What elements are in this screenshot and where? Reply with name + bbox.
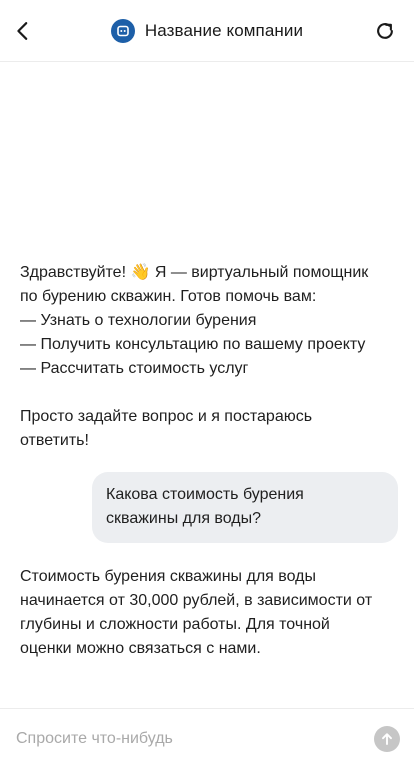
bot-message: Здравствуйте! 👋 Я — виртуальный помощник…	[20, 264, 369, 449]
refresh-icon	[377, 23, 393, 39]
back-button[interactable]	[8, 16, 38, 46]
send-button[interactable]	[374, 726, 400, 752]
refresh-button[interactable]	[370, 16, 400, 46]
message-composer	[0, 708, 414, 770]
chat-app: Название компании Здравствуйте! 👋 Я — ви…	[0, 0, 414, 770]
message-input[interactable]	[0, 709, 360, 769]
message-list: Здравствуйте! 👋 Я — виртуальный помощник…	[0, 62, 414, 708]
header-title-group: Название компании	[0, 0, 414, 62]
arrow-up-icon	[382, 733, 392, 745]
user-message: Какова стоимость бурения скважины для во…	[92, 472, 398, 543]
chat-header: Название компании	[0, 0, 414, 62]
chevron-left-icon	[17, 22, 28, 40]
chat-bot-icon	[117, 25, 129, 37]
page-title: Название компании	[144, 21, 304, 40]
bot-message: Стоимость бурения скважины для воды начи…	[20, 568, 373, 657]
company-logo	[110, 19, 135, 43]
